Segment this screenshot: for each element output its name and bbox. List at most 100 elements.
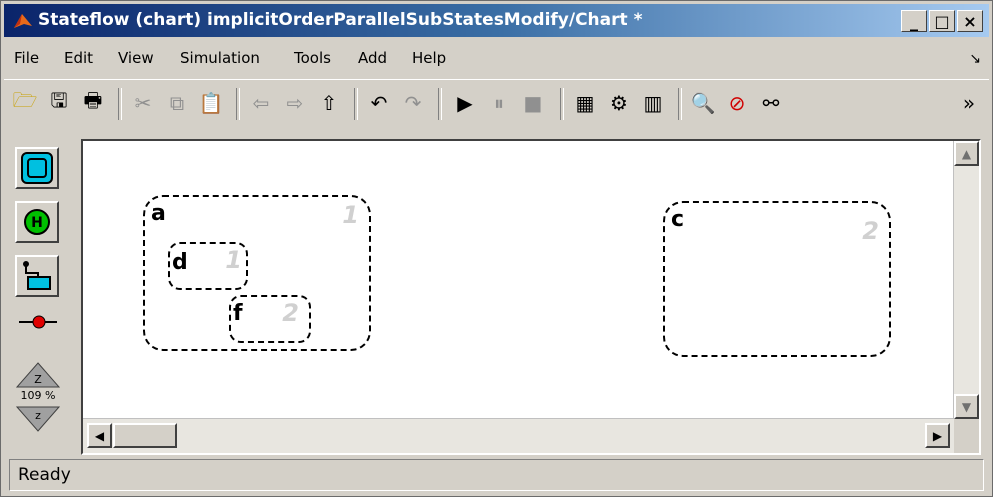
triangle-down-icon: ▼ bbox=[961, 399, 972, 414]
up-button[interactable]: ⇧ bbox=[314, 88, 344, 118]
triangle-up-icon: ▲ bbox=[961, 146, 972, 161]
object-palette: H Z 109 % z bbox=[9, 143, 79, 448]
toolbar: 🗁 🖫 🖶 ✂ ⧉ 📋 ⇦ ⇨ ⇧ ↶ ↷ ▶ ⏸ ■ ▦ ⚙ ▥ 🔍 ⊘ ⚯ … bbox=[4, 79, 989, 130]
window-title: Stateflow (chart) implicitOrderParallelS… bbox=[38, 10, 643, 30]
status-text: Ready bbox=[18, 465, 71, 485]
chart-canvas[interactable]: a 1 d 1 f 2 c 2 bbox=[83, 141, 954, 419]
state-label: d bbox=[172, 250, 188, 275]
zoom-out-button[interactable]: z bbox=[15, 405, 61, 433]
svg-text:H: H bbox=[31, 215, 43, 231]
maximize-icon: □ bbox=[934, 11, 950, 31]
minimize-icon: _ bbox=[910, 11, 918, 31]
save-button[interactable]: 🖫 bbox=[44, 88, 74, 118]
matlab-logo-icon bbox=[14, 14, 32, 28]
history-junction-button[interactable]: H bbox=[15, 201, 59, 243]
connective-junction-icon bbox=[19, 315, 57, 329]
cut-icon: ✂ bbox=[134, 91, 152, 115]
scroll-left-button[interactable]: ◀ bbox=[87, 423, 112, 448]
menu-add[interactable]: Add bbox=[358, 49, 387, 67]
minimize-button[interactable]: _ bbox=[901, 10, 927, 32]
menu-edit[interactable]: Edit bbox=[64, 49, 93, 67]
horizontal-scroll-thumb[interactable] bbox=[113, 423, 177, 448]
history-junction-icon: H bbox=[24, 209, 50, 235]
stop-simulation-button[interactable]: ■ bbox=[518, 88, 548, 118]
print-icon: 🖶 bbox=[83, 88, 103, 112]
zoom-out-icon: z bbox=[15, 406, 61, 432]
state-f[interactable]: f 2 bbox=[229, 295, 311, 343]
pause-icon: ⏸ bbox=[494, 91, 504, 115]
menu-tools[interactable]: Tools bbox=[294, 49, 331, 67]
state-c[interactable]: c 2 bbox=[663, 201, 891, 357]
menu-bar: File Edit View Simulation Tools Add Help… bbox=[4, 45, 989, 73]
menu-view[interactable]: View bbox=[118, 49, 154, 67]
toolbar-separator bbox=[560, 88, 564, 120]
toolbar-separator bbox=[236, 88, 240, 120]
title-bar[interactable]: Stateflow (chart) implicitOrderParallelS… bbox=[4, 4, 989, 37]
default-transition-button[interactable] bbox=[15, 255, 59, 297]
copy-icon: ⧉ bbox=[169, 91, 185, 115]
undo-button[interactable]: ↶ bbox=[364, 88, 394, 118]
debugger-button[interactable]: ▥ bbox=[638, 88, 668, 118]
pause-simulation-button[interactable]: ⏸ bbox=[484, 88, 514, 118]
status-bar: Ready bbox=[9, 459, 984, 491]
toolbar-separator bbox=[118, 88, 122, 120]
connective-junction-button[interactable] bbox=[17, 311, 61, 333]
print-button[interactable]: 🖶 bbox=[78, 88, 108, 118]
toolbar-overflow-button[interactable]: » bbox=[954, 88, 984, 118]
scroll-corner bbox=[954, 419, 979, 453]
state-label: a bbox=[151, 201, 166, 226]
zoom-in-button[interactable]: Z bbox=[15, 361, 61, 389]
execution-order: 2 bbox=[862, 217, 879, 245]
find-button[interactable]: ⚯ bbox=[756, 88, 786, 118]
play-icon: ▶ bbox=[457, 91, 473, 115]
toolbar-separator bbox=[354, 88, 358, 120]
back-button[interactable]: ⇦ bbox=[246, 88, 276, 118]
menu-simulation[interactable]: Simulation bbox=[180, 49, 260, 67]
copy-button[interactable]: ⧉ bbox=[162, 88, 192, 118]
scroll-up-button[interactable]: ▲ bbox=[954, 141, 979, 166]
no-debug-button[interactable]: ⊘ bbox=[722, 88, 752, 118]
scroll-down-button[interactable]: ▼ bbox=[954, 394, 979, 419]
save-icon: 🖫 bbox=[50, 88, 68, 112]
vertical-scrollbar[interactable]: ▲ ▼ bbox=[953, 141, 979, 419]
arrow-right-icon: ⇨ bbox=[286, 91, 304, 115]
chart-canvas-frame: a 1 d 1 f 2 c 2 ▲ ▼ ◀ ▶ bbox=[81, 139, 981, 455]
maximize-button[interactable]: □ bbox=[929, 10, 955, 32]
default-transition-icon bbox=[23, 261, 51, 290]
forward-button[interactable]: ⇨ bbox=[280, 88, 310, 118]
binoculars-icon: ⚯ bbox=[762, 91, 780, 115]
svg-text:Z: Z bbox=[34, 373, 42, 386]
undo-icon: ↶ bbox=[370, 91, 388, 115]
redo-button[interactable]: ↷ bbox=[398, 88, 428, 118]
explorer-button[interactable]: ⚙ bbox=[604, 88, 634, 118]
start-simulation-button[interactable]: ▶ bbox=[450, 88, 480, 118]
close-button[interactable]: × bbox=[957, 10, 983, 32]
arrow-left-icon: ⇦ bbox=[252, 91, 270, 115]
redo-icon: ↷ bbox=[404, 91, 422, 115]
state-d[interactable]: d 1 bbox=[168, 242, 248, 290]
open-button[interactable]: 🗁 bbox=[10, 88, 40, 118]
debugger-icon: ▥ bbox=[643, 91, 663, 115]
execution-order: 2 bbox=[282, 299, 299, 327]
paste-icon: 📋 bbox=[198, 91, 224, 115]
no-bug-icon: ⊘ bbox=[728, 91, 746, 115]
build-button[interactable]: ▦ bbox=[570, 88, 600, 118]
paste-button[interactable]: 📋 bbox=[196, 88, 226, 118]
cut-button[interactable]: ✂ bbox=[128, 88, 158, 118]
explorer-icon: ⚙ bbox=[610, 91, 628, 115]
stateflow-window: Stateflow (chart) implicitOrderParallelS… bbox=[0, 0, 993, 497]
scroll-right-button[interactable]: ▶ bbox=[925, 423, 950, 448]
stop-icon: ■ bbox=[523, 91, 543, 115]
execution-order: 1 bbox=[225, 246, 242, 274]
model-explorer-button[interactable]: 🔍 bbox=[688, 88, 718, 118]
menu-file[interactable]: File bbox=[14, 49, 39, 67]
toolbar-separator bbox=[678, 88, 682, 120]
svg-text:z: z bbox=[35, 409, 41, 422]
menu-help[interactable]: Help bbox=[412, 49, 446, 67]
horizontal-scrollbar[interactable]: ◀ ▶ bbox=[83, 418, 954, 453]
state-tool-button[interactable] bbox=[15, 147, 59, 189]
zoom-control: Z 109 % z bbox=[15, 361, 61, 445]
menu-overflow-icon[interactable]: ↘ bbox=[969, 51, 981, 67]
triangle-left-icon: ◀ bbox=[94, 428, 105, 443]
close-icon: × bbox=[963, 11, 977, 31]
